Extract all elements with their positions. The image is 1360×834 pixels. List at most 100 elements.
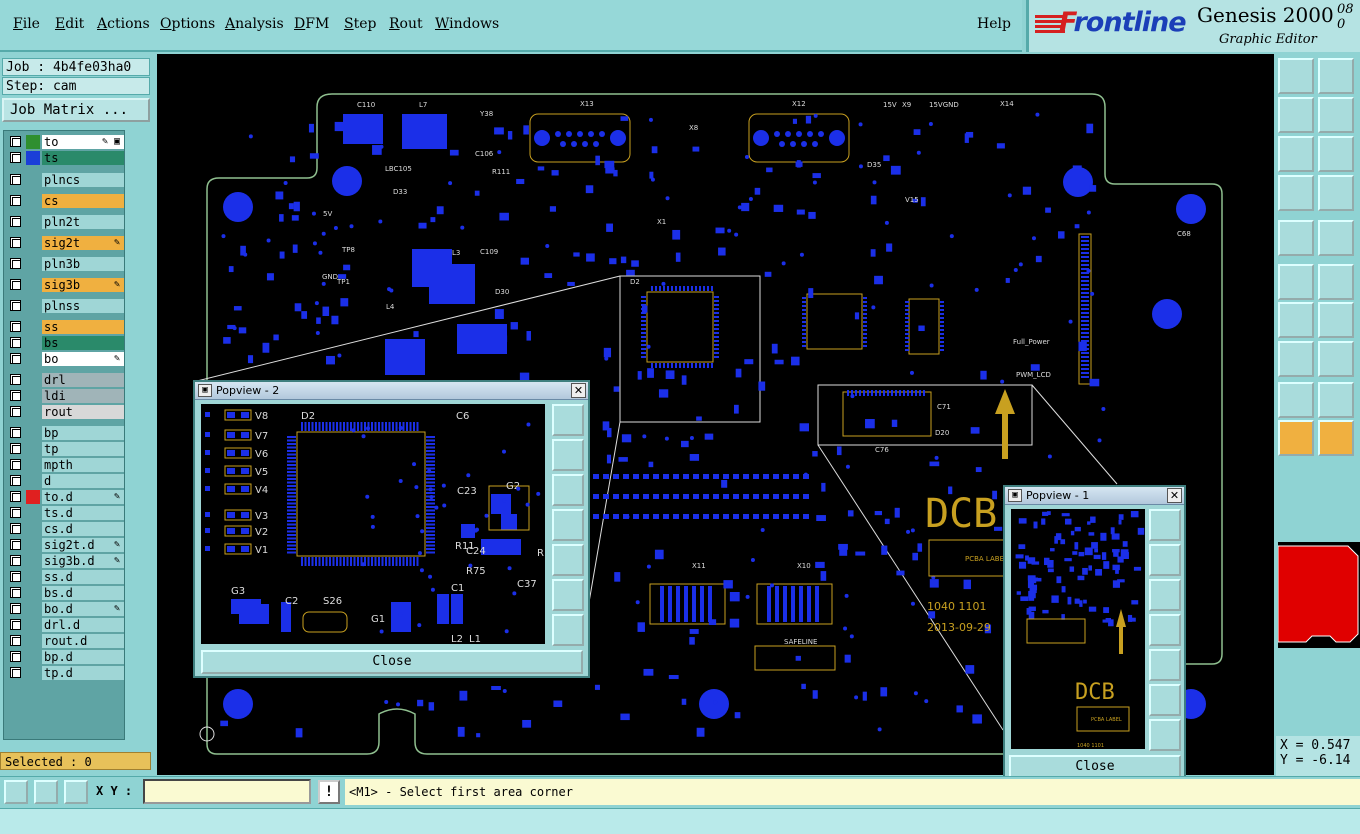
- layer-checkbox[interactable]: [10, 523, 21, 534]
- layer-row-drl[interactable]: drl: [6, 373, 124, 387]
- board-overview-minimap[interactable]: [1277, 542, 1360, 648]
- layer-name[interactable]: ss.d: [42, 570, 124, 584]
- layer-name[interactable]: plncs: [42, 173, 124, 187]
- popview-2-close-button[interactable]: Close: [201, 650, 583, 674]
- layer-color-swatch[interactable]: [26, 458, 40, 472]
- snap-icon[interactable]: [1278, 341, 1314, 377]
- pad-icon[interactable]: [1278, 220, 1314, 256]
- layer-color-swatch[interactable]: [26, 352, 40, 366]
- close-icon[interactable]: ✕: [1167, 488, 1182, 503]
- layer-color-swatch[interactable]: [26, 236, 40, 250]
- pan-left-icon[interactable]: [552, 509, 584, 541]
- layer-color-swatch[interactable]: [26, 570, 40, 584]
- layer-checkbox[interactable]: [10, 603, 21, 614]
- layer-name[interactable]: sig2t.d ✎: [42, 538, 124, 552]
- layer-checkbox[interactable]: [10, 279, 21, 290]
- layer-name[interactable]: ts.d: [42, 506, 124, 520]
- layer-row-tp-d[interactable]: tp.d: [6, 666, 124, 680]
- layer-color-swatch[interactable]: [26, 650, 40, 664]
- menu-dfm[interactable]: DFM: [294, 16, 329, 32]
- layer-row-ldi[interactable]: ldi: [6, 389, 124, 403]
- window-menu-icon[interactable]: ▣: [198, 384, 212, 397]
- layer-checkbox[interactable]: [10, 619, 21, 630]
- layer-name[interactable]: d: [42, 474, 124, 488]
- layer-checkbox[interactable]: [10, 195, 21, 206]
- layer-name[interactable]: cs.d: [42, 522, 124, 536]
- layer-color-swatch[interactable]: [26, 373, 40, 387]
- layer-row-ts-d[interactable]: ts.d: [6, 506, 124, 520]
- layer-checkbox[interactable]: [10, 152, 21, 163]
- layer-row-to[interactable]: to ✎ ▣: [6, 135, 124, 149]
- layer-checkbox[interactable]: [10, 174, 21, 185]
- layer-color-swatch[interactable]: [26, 634, 40, 648]
- layer-row-bs[interactable]: bs: [6, 336, 124, 350]
- snap-grid-icon[interactable]: [64, 780, 88, 804]
- layer-checkbox[interactable]: [10, 427, 21, 438]
- pan-down-icon[interactable]: [1149, 579, 1181, 611]
- pan-up-icon[interactable]: [1149, 544, 1181, 576]
- zoom-out-icon[interactable]: [552, 579, 584, 611]
- layer-color-swatch[interactable]: [26, 586, 40, 600]
- pan-right-icon[interactable]: [1318, 97, 1354, 133]
- layer-row-bo-d[interactable]: bo.d ✎: [6, 602, 124, 616]
- layer-color-swatch[interactable]: [26, 257, 40, 271]
- layer-color-swatch[interactable]: [26, 666, 40, 680]
- layer-checkbox[interactable]: [10, 459, 21, 470]
- layer-row-mpth[interactable]: mpth: [6, 458, 124, 472]
- layer-checkbox[interactable]: [10, 374, 21, 385]
- layer-name[interactable]: pln2t: [42, 215, 124, 229]
- menu-actions[interactable]: Actions: [97, 16, 150, 32]
- layer-name[interactable]: pln3b: [42, 257, 124, 271]
- layer-row-rout-d[interactable]: rout.d: [6, 634, 124, 648]
- layer-color-swatch[interactable]: [26, 618, 40, 632]
- layer-row-plnss[interactable]: plnss: [6, 299, 124, 313]
- fit-icon[interactable]: [552, 404, 584, 436]
- layer-checkbox[interactable]: [10, 475, 21, 486]
- pan-down-icon[interactable]: [552, 474, 584, 506]
- popview-2-titlebar[interactable]: ▣ Popview - 2 ✕: [195, 382, 588, 400]
- layer-name[interactable]: drl: [42, 373, 124, 387]
- layer-row-to-d[interactable]: to.d ✎: [6, 490, 124, 504]
- layer-checkbox[interactable]: [10, 571, 21, 582]
- layer-checkbox[interactable]: [10, 136, 21, 147]
- zoom-in-icon[interactable]: [1318, 136, 1354, 172]
- zoom-in-icon[interactable]: [1149, 719, 1181, 751]
- layer-color-swatch[interactable]: [26, 474, 40, 488]
- pan-left-icon[interactable]: [1149, 614, 1181, 646]
- arc-icon[interactable]: [1318, 302, 1354, 338]
- angle-icon[interactable]: [1278, 302, 1314, 338]
- layer-color-swatch[interactable]: [26, 405, 40, 419]
- job-matrix-button[interactable]: Job Matrix ...: [2, 98, 150, 122]
- layer-checkbox[interactable]: [10, 651, 21, 662]
- fit-icon[interactable]: [1149, 509, 1181, 541]
- zoom-fit-icon[interactable]: [1278, 136, 1314, 172]
- layer-color-swatch[interactable]: [26, 490, 40, 504]
- layer-name[interactable]: sig2t ✎: [42, 236, 124, 250]
- xy-input[interactable]: [143, 779, 311, 804]
- layer-color-swatch[interactable]: [26, 173, 40, 187]
- layer-checkbox[interactable]: [10, 539, 21, 550]
- layer-row-bo[interactable]: bo ✎: [6, 352, 124, 366]
- layer-color-swatch[interactable]: [26, 299, 40, 313]
- layer-checkbox[interactable]: [10, 337, 21, 348]
- layer-row-tp[interactable]: tp: [6, 442, 124, 456]
- pan-up-icon[interactable]: [1278, 58, 1314, 94]
- layer-row-d[interactable]: d: [6, 474, 124, 488]
- layer-row-cs[interactable]: cs: [6, 194, 124, 208]
- layer-name[interactable]: ts: [42, 151, 124, 165]
- layer-color-swatch[interactable]: [26, 151, 40, 165]
- layer-name[interactable]: sig3b ✎: [42, 278, 124, 292]
- layer-checkbox[interactable]: [10, 555, 21, 566]
- menu-rout[interactable]: Rout: [389, 16, 423, 32]
- menu-file[interactable]: File: [13, 16, 40, 32]
- close-icon[interactable]: ✕: [571, 383, 586, 398]
- layer-checkbox[interactable]: [10, 258, 21, 269]
- layer-checkbox[interactable]: [10, 406, 21, 417]
- layer-color-swatch[interactable]: [26, 506, 40, 520]
- layer-checkbox[interactable]: [10, 507, 21, 518]
- zoom-in-icon[interactable]: [552, 614, 584, 646]
- layer-checkbox[interactable]: [10, 353, 21, 364]
- select-pointer-icon[interactable]: [1278, 420, 1314, 456]
- pan-left-icon[interactable]: [1278, 97, 1314, 133]
- layer-name[interactable]: bo.d ✎: [42, 602, 124, 616]
